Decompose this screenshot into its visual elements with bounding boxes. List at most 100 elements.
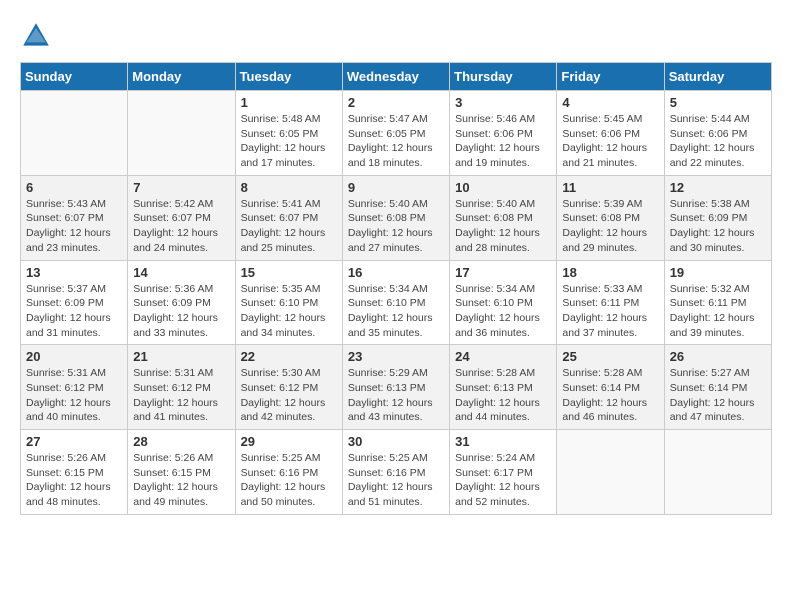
day-info: Sunrise: 5:29 AM Sunset: 6:13 PM Dayligh… [348, 366, 444, 425]
calendar-cell: 22 Sunrise: 5:30 AM Sunset: 6:12 PM Dayli… [235, 345, 342, 430]
day-info: Sunrise: 5:27 AM Sunset: 6:14 PM Dayligh… [670, 366, 766, 425]
calendar-cell: 7Sunrise: 5:42 AM Sunset: 6:07 PM Daylig… [128, 175, 235, 260]
calendar-cell: 1 Sunrise: 5:48 AM Sunset: 6:05 PM Daylig… [235, 91, 342, 176]
calendar-cell: 12Sunrise: 5:38 AM Sunset: 6:09 PM Dayli… [664, 175, 771, 260]
day-number: 1 [241, 95, 337, 110]
day-number: 18 [562, 265, 658, 280]
calendar-cell [21, 91, 128, 176]
day-number: 6 [26, 180, 122, 195]
calendar-cell: 17Sunrise: 5:34 AM Sunset: 6:10 PM Dayli… [450, 260, 557, 345]
weekday-header: Tuesday [235, 63, 342, 91]
calendar-week-row: 1 Sunrise: 5:48 AM Sunset: 6:05 PM Daylig… [21, 91, 772, 176]
calendar-cell: 4 Sunrise: 5:45 AM Sunset: 6:06 PM Daylig… [557, 91, 664, 176]
day-number: 31 [455, 434, 551, 449]
weekday-header: Friday [557, 63, 664, 91]
day-info: Sunrise: 5:37 AM Sunset: 6:09 PM Dayligh… [26, 282, 122, 341]
calendar-cell: 20 Sunrise: 5:31 AM Sunset: 6:12 PM Dayli… [21, 345, 128, 430]
calendar-cell: 25 Sunrise: 5:28 AM Sunset: 6:14 PM Dayli… [557, 345, 664, 430]
weekday-header: Sunday [21, 63, 128, 91]
calendar-week-row: 20 Sunrise: 5:31 AM Sunset: 6:12 PM Dayli… [21, 345, 772, 430]
day-info: Sunrise: 5:42 AM Sunset: 6:07 PM Dayligh… [133, 197, 229, 256]
calendar-cell: 13 Sunrise: 5:37 AM Sunset: 6:09 PM Dayli… [21, 260, 128, 345]
day-info: Sunrise: 5:47 AM Sunset: 6:05 PM Dayligh… [348, 112, 444, 171]
day-number: 26 [670, 349, 766, 364]
day-info: Sunrise: 5:25 AM Sunset: 6:16 PM Dayligh… [348, 451, 444, 510]
weekday-header: Saturday [664, 63, 771, 91]
day-number: 15 [241, 265, 337, 280]
day-info: Sunrise: 5:31 AM Sunset: 6:12 PM Dayligh… [26, 366, 122, 425]
day-number: 22 [241, 349, 337, 364]
calendar-cell: 23 Sunrise: 5:29 AM Sunset: 6:13 PM Dayli… [342, 345, 449, 430]
calendar-cell: 5Sunrise: 5:44 AM Sunset: 6:06 PM Daylig… [664, 91, 771, 176]
calendar-cell: 27 Sunrise: 5:26 AM Sunset: 6:15 PM Dayli… [21, 430, 128, 515]
calendar-cell: 3Sunrise: 5:46 AM Sunset: 6:06 PM Daylig… [450, 91, 557, 176]
page-header [20, 20, 772, 52]
day-info: Sunrise: 5:28 AM Sunset: 6:14 PM Dayligh… [562, 366, 658, 425]
calendar-cell: 2Sunrise: 5:47 AM Sunset: 6:05 PM Daylig… [342, 91, 449, 176]
day-info: Sunrise: 5:40 AM Sunset: 6:08 PM Dayligh… [455, 197, 551, 256]
day-number: 3 [455, 95, 551, 110]
weekday-header: Monday [128, 63, 235, 91]
day-info: Sunrise: 5:28 AM Sunset: 6:13 PM Dayligh… [455, 366, 551, 425]
day-info: Sunrise: 5:26 AM Sunset: 6:15 PM Dayligh… [133, 451, 229, 510]
day-info: Sunrise: 5:41 AM Sunset: 6:07 PM Dayligh… [241, 197, 337, 256]
calendar-cell: 6 Sunrise: 5:43 AM Sunset: 6:07 PM Daylig… [21, 175, 128, 260]
day-number: 10 [455, 180, 551, 195]
day-number: 11 [562, 180, 658, 195]
calendar-cell: 31 Sunrise: 5:24 AM Sunset: 6:17 PM Dayli… [450, 430, 557, 515]
day-number: 14 [133, 265, 229, 280]
day-info: Sunrise: 5:39 AM Sunset: 6:08 PM Dayligh… [562, 197, 658, 256]
day-number: 4 [562, 95, 658, 110]
day-info: Sunrise: 5:24 AM Sunset: 6:17 PM Dayligh… [455, 451, 551, 510]
logo-icon [20, 20, 52, 52]
day-number: 27 [26, 434, 122, 449]
day-number: 29 [241, 434, 337, 449]
day-number: 13 [26, 265, 122, 280]
day-number: 24 [455, 349, 551, 364]
calendar-week-row: 6 Sunrise: 5:43 AM Sunset: 6:07 PM Daylig… [21, 175, 772, 260]
day-info: Sunrise: 5:48 AM Sunset: 6:05 PM Dayligh… [241, 112, 337, 171]
day-info: Sunrise: 5:40 AM Sunset: 6:08 PM Dayligh… [348, 197, 444, 256]
day-info: Sunrise: 5:34 AM Sunset: 6:10 PM Dayligh… [348, 282, 444, 341]
calendar-cell: 19 Sunrise: 5:32 AM Sunset: 6:11 PM Dayli… [664, 260, 771, 345]
calendar-cell: 30 Sunrise: 5:25 AM Sunset: 6:16 PM Dayli… [342, 430, 449, 515]
day-number: 23 [348, 349, 444, 364]
day-info: Sunrise: 5:31 AM Sunset: 6:12 PM Dayligh… [133, 366, 229, 425]
day-info: Sunrise: 5:26 AM Sunset: 6:15 PM Dayligh… [26, 451, 122, 510]
calendar-cell: 29 Sunrise: 5:25 AM Sunset: 6:16 PM Dayli… [235, 430, 342, 515]
calendar-cell: 9 Sunrise: 5:40 AM Sunset: 6:08 PM Daylig… [342, 175, 449, 260]
day-info: Sunrise: 5:45 AM Sunset: 6:06 PM Dayligh… [562, 112, 658, 171]
day-info: Sunrise: 5:25 AM Sunset: 6:16 PM Dayligh… [241, 451, 337, 510]
calendar-cell: 28 Sunrise: 5:26 AM Sunset: 6:15 PM Dayli… [128, 430, 235, 515]
day-number: 20 [26, 349, 122, 364]
calendar-week-row: 27 Sunrise: 5:26 AM Sunset: 6:15 PM Dayli… [21, 430, 772, 515]
calendar-cell: 11 Sunrise: 5:39 AM Sunset: 6:08 PM Dayli… [557, 175, 664, 260]
calendar-week-row: 13 Sunrise: 5:37 AM Sunset: 6:09 PM Dayli… [21, 260, 772, 345]
logo [20, 20, 56, 52]
day-info: Sunrise: 5:43 AM Sunset: 6:07 PM Dayligh… [26, 197, 122, 256]
day-info: Sunrise: 5:38 AM Sunset: 6:09 PM Dayligh… [670, 197, 766, 256]
day-number: 28 [133, 434, 229, 449]
day-info: Sunrise: 5:36 AM Sunset: 6:09 PM Dayligh… [133, 282, 229, 341]
day-info: Sunrise: 5:44 AM Sunset: 6:06 PM Dayligh… [670, 112, 766, 171]
calendar-cell [557, 430, 664, 515]
calendar-cell: 10 Sunrise: 5:40 AM Sunset: 6:08 PM Dayli… [450, 175, 557, 260]
day-info: Sunrise: 5:30 AM Sunset: 6:12 PM Dayligh… [241, 366, 337, 425]
day-number: 30 [348, 434, 444, 449]
weekday-header: Thursday [450, 63, 557, 91]
calendar-cell: 26 Sunrise: 5:27 AM Sunset: 6:14 PM Dayli… [664, 345, 771, 430]
calendar-header-row: SundayMondayTuesdayWednesdayThursdayFrid… [21, 63, 772, 91]
calendar-cell: 24 Sunrise: 5:28 AM Sunset: 6:13 PM Dayli… [450, 345, 557, 430]
day-info: Sunrise: 5:32 AM Sunset: 6:11 PM Dayligh… [670, 282, 766, 341]
calendar-cell: 16Sunrise: 5:34 AM Sunset: 6:10 PM Dayli… [342, 260, 449, 345]
calendar-cell: 8Sunrise: 5:41 AM Sunset: 6:07 PM Daylig… [235, 175, 342, 260]
day-number: 25 [562, 349, 658, 364]
day-number: 9 [348, 180, 444, 195]
day-info: Sunrise: 5:33 AM Sunset: 6:11 PM Dayligh… [562, 282, 658, 341]
calendar-cell [128, 91, 235, 176]
day-number: 19 [670, 265, 766, 280]
day-number: 17 [455, 265, 551, 280]
calendar-cell [664, 430, 771, 515]
calendar-cell: 15Sunrise: 5:35 AM Sunset: 6:10 PM Dayli… [235, 260, 342, 345]
calendar-cell: 21Sunrise: 5:31 AM Sunset: 6:12 PM Dayli… [128, 345, 235, 430]
